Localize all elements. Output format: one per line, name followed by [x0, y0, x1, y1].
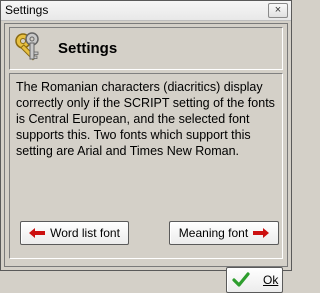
ok-label: Ok — [263, 273, 279, 287]
info-message: The Romanian characters (diacritics) dis… — [16, 80, 275, 158]
dialog-panel: Settings The Romanian characters (diacri… — [4, 23, 288, 293]
left-arrow-icon — [29, 228, 46, 238]
content-box: The Romanian characters (diacritics) dis… — [9, 73, 283, 293]
right-arrow-icon — [253, 228, 270, 238]
header-title: Settings — [58, 40, 118, 57]
window-title: Settings — [5, 3, 49, 17]
dialog-header: Settings — [9, 27, 283, 70]
meaning-font-button[interactable]: Meaning font — [169, 221, 279, 245]
checkmark-icon — [232, 272, 250, 288]
keys-icon — [12, 30, 46, 64]
close-button[interactable]: × — [268, 3, 288, 18]
close-icon: × — [274, 4, 282, 16]
word-list-font-label: Word list font — [50, 226, 120, 240]
word-list-font-button[interactable]: Word list font — [20, 221, 129, 245]
settings-dialog: Settings × Settings The Romanian charact… — [0, 0, 292, 293]
meaning-font-label: Meaning font — [178, 226, 249, 240]
title-bar[interactable]: Settings × — [1, 1, 291, 21]
